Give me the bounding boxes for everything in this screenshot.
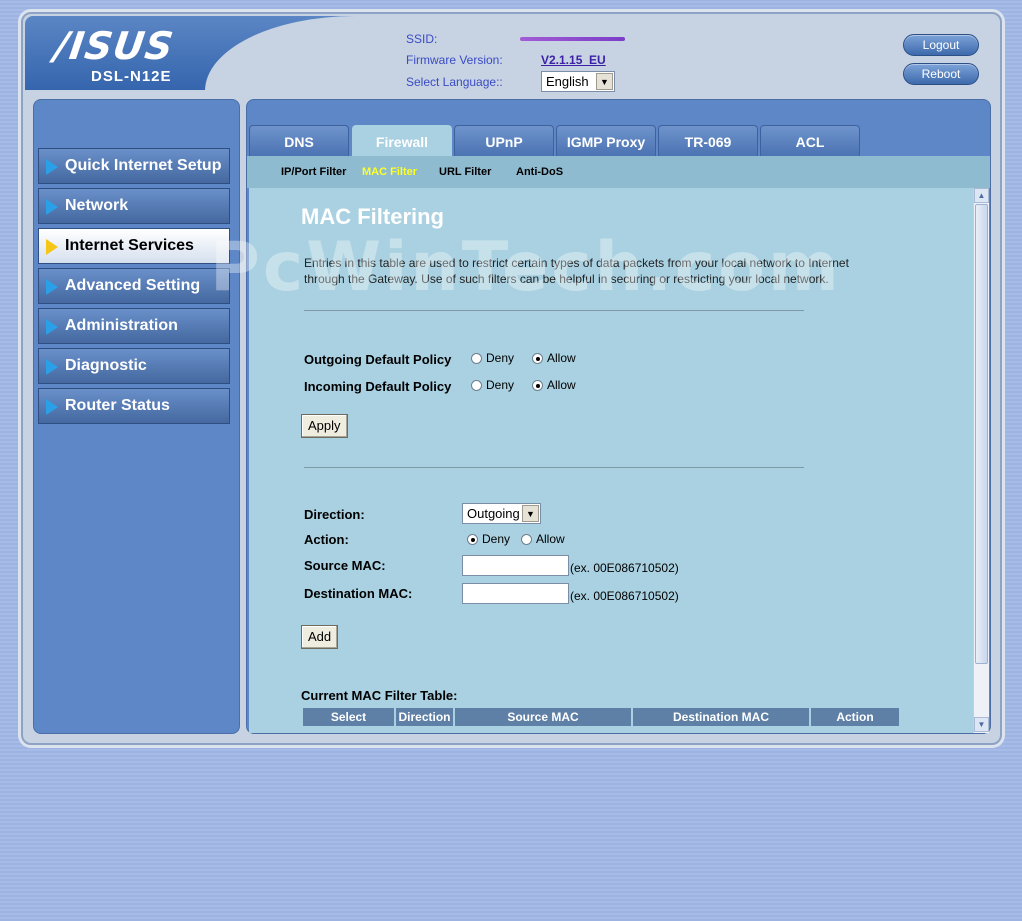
page-title: MAC Filtering — [301, 204, 444, 229]
logout-button[interactable]: Logout — [903, 34, 979, 56]
destination-mac-label: Destination MAC: — [304, 586, 413, 601]
arrow-icon — [46, 319, 58, 335]
destination-mac-input[interactable] — [462, 583, 569, 604]
action-label: Action: — [304, 532, 349, 547]
tab-igmp-proxy[interactable]: IGMP Proxy — [556, 125, 656, 157]
direction-select[interactable]: Outgoing ▼ — [462, 503, 541, 524]
outgoing-policy-label: Outgoing Default Policy — [304, 352, 452, 367]
subtab-mac-filter[interactable]: MAC Filter — [362, 166, 417, 178]
sidebar-item-administration[interactable]: Administration — [38, 308, 230, 344]
logo-panel: /ISUS DSL-N12E — [25, 16, 505, 166]
sidebar-item-advanced-setting[interactable]: Advanced Setting — [38, 268, 230, 304]
vertical-scrollbar[interactable]: ▲ ▼ — [973, 188, 989, 733]
direction-label: Direction: — [304, 507, 365, 522]
table-header-destination-mac: Destination MAC — [633, 708, 809, 726]
outgoing-deny-radio[interactable]: Deny — [471, 351, 514, 365]
chevron-down-icon: ▼ — [522, 505, 539, 522]
scroll-up-icon[interactable]: ▲ — [974, 188, 989, 203]
tab-firewall[interactable]: Firewall — [352, 125, 452, 157]
incoming-deny-radio[interactable]: Deny — [471, 378, 514, 392]
divider — [304, 467, 804, 468]
language-label: Select Language:: — [406, 75, 503, 89]
tab-dns[interactable]: DNS — [249, 125, 349, 157]
tab-upnp[interactable]: UPnP — [454, 125, 554, 157]
arrow-icon — [46, 159, 58, 175]
scroll-down-icon[interactable]: ▼ — [974, 717, 989, 732]
sidebar-item-diagnostic[interactable]: Diagnostic — [38, 348, 230, 384]
arrow-icon — [46, 239, 58, 255]
sidebar-item-network[interactable]: Network — [38, 188, 230, 224]
language-select[interactable]: English ▼ — [541, 71, 615, 92]
tab-tr069[interactable]: TR-069 — [658, 125, 758, 157]
reboot-button[interactable]: Reboot — [903, 63, 979, 85]
firmware-version-link[interactable]: V2.1.15_EU — [541, 53, 606, 67]
subtab-anti-dos[interactable]: Anti-DoS — [516, 166, 563, 178]
table-header-source-mac: Source MAC — [455, 708, 631, 726]
table-header-direction: Direction — [396, 708, 453, 726]
subtab-url-filter[interactable]: URL Filter — [439, 166, 491, 178]
main-panel: DNS Firewall UPnP IGMP Proxy TR-069 ACL … — [246, 99, 991, 734]
add-button[interactable]: Add — [301, 625, 339, 649]
table-header-action: Action — [811, 708, 899, 726]
source-mac-input[interactable] — [462, 555, 569, 576]
action-deny-radio[interactable]: Deny — [467, 532, 510, 546]
model-name: DSL-N12E — [91, 68, 172, 85]
incoming-allow-radio[interactable]: Allow — [532, 378, 576, 392]
subtab-ip-port-filter[interactable]: IP/Port Filter — [281, 166, 346, 178]
incoming-policy-label: Incoming Default Policy — [304, 379, 452, 394]
table-header-select: Select — [303, 708, 394, 726]
ssid-label: SSID: — [406, 32, 438, 46]
tab-acl[interactable]: ACL — [760, 125, 860, 157]
asus-logo: /ISUS — [51, 24, 177, 68]
arrow-icon — [46, 279, 58, 295]
arrow-icon — [46, 359, 58, 375]
divider — [304, 310, 804, 311]
chevron-down-icon: ▼ — [596, 73, 613, 90]
source-mac-label: Source MAC: — [304, 558, 386, 573]
firmware-label: Firmware Version: — [406, 53, 503, 67]
scroll-thumb[interactable] — [975, 204, 988, 664]
outgoing-allow-radio[interactable]: Allow — [532, 351, 576, 365]
ssid-value-redacted — [520, 37, 625, 41]
sidebar-item-internet-services[interactable]: Internet Services — [38, 228, 230, 264]
action-allow-radio[interactable]: Allow — [521, 532, 565, 546]
sidebar-item-quick-internet-setup[interactable]: Quick Internet Setup — [38, 148, 230, 184]
subtab-bar: IP/Port Filter MAC Filter URL Filter Ant… — [247, 156, 990, 188]
arrow-icon — [46, 399, 58, 415]
source-mac-hint: (ex. 00E086710502) — [570, 561, 679, 575]
mac-table-title: Current MAC Filter Table: — [301, 688, 458, 703]
destination-mac-hint: (ex. 00E086710502) — [570, 589, 679, 603]
router-frame: /ISUS DSL-N12E SSID: Firmware Version: V… — [21, 12, 1002, 745]
watermark: PcWinTech.com — [210, 228, 842, 307]
apply-button[interactable]: Apply — [301, 414, 348, 438]
sidebar-item-router-status[interactable]: Router Status — [38, 388, 230, 424]
sidebar: Quick Internet Setup Network Internet Se… — [33, 99, 240, 734]
arrow-icon — [46, 199, 58, 215]
